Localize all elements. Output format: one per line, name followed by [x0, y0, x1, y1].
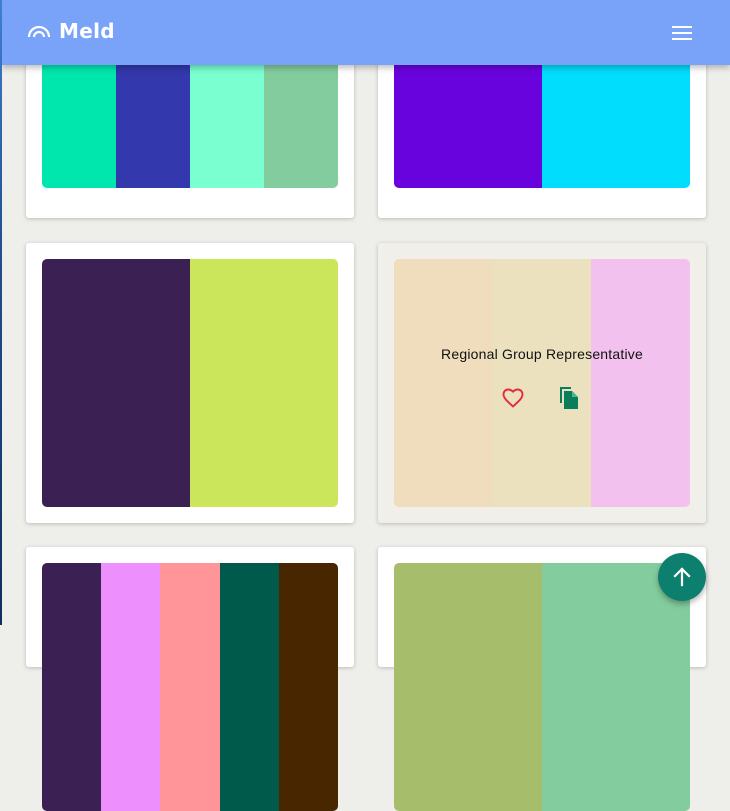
- copy-button[interactable]: [557, 385, 581, 411]
- color-swatch: [42, 259, 190, 507]
- copy-icon: [560, 387, 578, 409]
- favorite-button[interactable]: [501, 386, 525, 410]
- color-swatch: [42, 563, 102, 811]
- desktop-edge: [0, 0, 2, 625]
- color-swatch: [160, 563, 220, 811]
- palette-overlay: Regional Group Representative: [394, 259, 690, 507]
- palette-card[interactable]: [378, 547, 706, 811]
- palette-card[interactable]: [26, 547, 354, 811]
- rainbow-arcs-icon: [27, 25, 51, 38]
- palette-swatches: [394, 563, 690, 811]
- palette-card[interactable]: [26, 243, 354, 523]
- arrow-up-icon: [673, 567, 691, 587]
- brand-name: Meld: [59, 19, 115, 43]
- palette-swatches: [42, 259, 338, 507]
- color-swatch: [542, 563, 690, 811]
- hamburger-menu-button[interactable]: [670, 21, 694, 45]
- scroll-to-top-button[interactable]: [658, 553, 706, 601]
- palette-title: Regional Group Representative: [441, 346, 643, 362]
- color-swatch: [101, 563, 161, 811]
- heart-outline-icon: [502, 388, 524, 408]
- color-swatch: [219, 563, 279, 811]
- logo[interactable]: Meld: [27, 19, 115, 43]
- palette-card-hovered[interactable]: Regional Group Representative: [378, 243, 706, 523]
- color-swatch: [394, 563, 542, 811]
- color-swatch: [278, 563, 338, 811]
- color-swatch: [190, 259, 338, 507]
- palette-swatches: [42, 563, 338, 811]
- app-header: Meld: [2, 0, 730, 65]
